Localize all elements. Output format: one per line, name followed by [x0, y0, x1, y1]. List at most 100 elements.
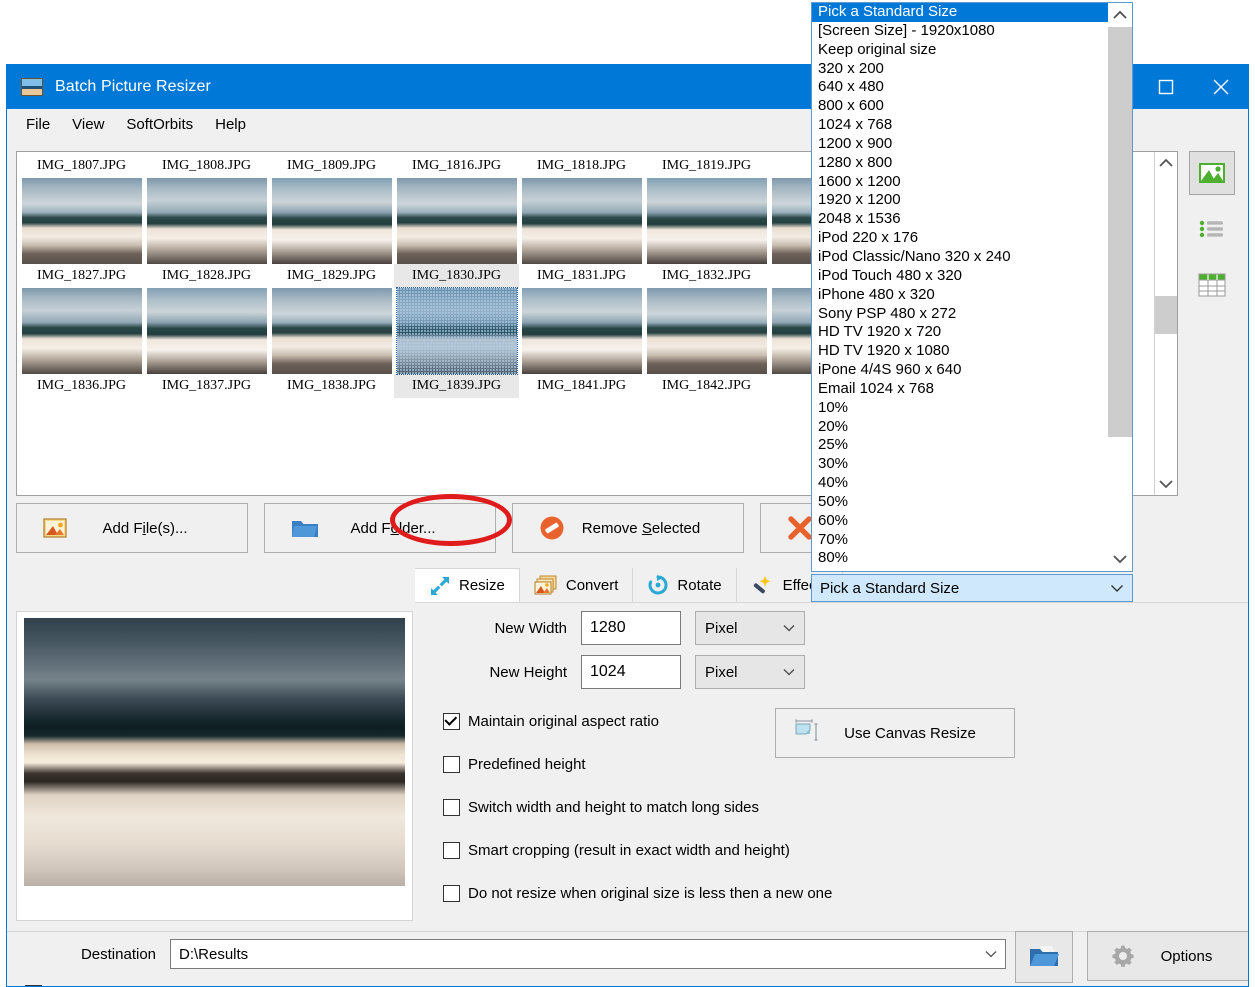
dropdown-option[interactable]: 640 x 480 [812, 78, 1108, 97]
list-item[interactable]: IMG_1829.JPG [269, 264, 394, 374]
switch-width-height-checkbox[interactable]: Switch width and height to match long si… [443, 799, 1047, 816]
tab-convert[interactable]: Convert [519, 568, 634, 602]
standard-size-combobox[interactable]: Pick a Standard Size [811, 574, 1133, 602]
file-list-scrollbar[interactable] [1154, 152, 1177, 495]
checkbox-box[interactable] [443, 885, 460, 902]
dropdown-options[interactable]: Pick a Standard Size [Screen Size] - 192… [812, 3, 1108, 571]
dropdown-option[interactable]: Email 1024 x 768 [812, 380, 1108, 399]
list-item[interactable]: IMG_1837.JPG [144, 374, 269, 398]
list-view-icon[interactable] [1189, 207, 1235, 251]
scroll-down-icon[interactable] [1159, 473, 1173, 495]
destination-combobox[interactable]: D:\Results [170, 939, 1006, 969]
new-height-unit-select[interactable]: Pixel [695, 655, 805, 689]
add-files-button[interactable]: Add File(s)... [16, 503, 248, 553]
menu-item-softorbits[interactable]: SoftOrbits [117, 113, 202, 136]
dropdown-option[interactable]: 1920 x 1200 [812, 191, 1108, 210]
dropdown-option[interactable]: 320 x 200 [812, 60, 1108, 79]
new-width-input[interactable] [581, 611, 681, 645]
dropdown-option[interactable]: iPod 220 x 176 [812, 229, 1108, 248]
details-view-icon[interactable] [1189, 263, 1235, 307]
browse-folder-button[interactable] [1015, 931, 1073, 983]
dropdown-option[interactable]: 1280 x 800 [812, 154, 1108, 173]
thumbnail-view-icon[interactable] [1189, 151, 1235, 195]
checkbox-box[interactable] [443, 713, 460, 730]
dropdown-option[interactable]: 25% [812, 436, 1108, 455]
chevron-down-icon [985, 950, 997, 958]
list-item[interactable]: IMG_1838.JPG [269, 374, 394, 398]
dropdown-option[interactable]: 2048 x 1536 [812, 210, 1108, 229]
dropdown-option[interactable]: HD TV 1920 x 720 [812, 323, 1108, 342]
scroll-track[interactable] [1108, 27, 1132, 547]
dropdown-option[interactable]: 80% [812, 549, 1108, 568]
dropdown-option[interactable]: 40% [812, 474, 1108, 493]
dropdown-option[interactable]: Sony PSP 480 x 272 [812, 305, 1108, 324]
maximize-icon[interactable] [1138, 65, 1193, 109]
list-item[interactable]: IMG_1831.JPG [519, 264, 644, 374]
scroll-track[interactable] [1155, 174, 1177, 473]
dropdown-option[interactable]: 10% [812, 399, 1108, 418]
new-height-input[interactable] [581, 655, 681, 689]
dropdown-option[interactable]: 1600 x 1200 [812, 173, 1108, 192]
checkbox-box[interactable] [443, 756, 460, 773]
scroll-thumb[interactable] [1108, 27, 1132, 437]
do-not-resize-checkbox[interactable]: Do not resize when original size is less… [443, 885, 1047, 902]
scroll-thumb[interactable] [1155, 296, 1177, 334]
new-height-row: New Height Pixel [427, 655, 1047, 689]
smart-cropping-checkbox[interactable]: Smart cropping (result in exact width an… [443, 842, 1047, 859]
list-item[interactable]: IMG_1839.JPG [394, 374, 519, 398]
dropdown-option[interactable]: 800 x 600 [812, 97, 1108, 116]
list-item[interactable]: IMG_1842.JPG [644, 374, 769, 398]
predefined-height-label: Predefined height [468, 756, 586, 773]
new-width-unit-select[interactable]: Pixel [695, 611, 805, 645]
list-item[interactable]: IMG_1807.JPG [19, 154, 144, 264]
tab-resize[interactable]: Resize [415, 568, 520, 602]
dropdown-option[interactable]: HD TV 1920 x 1080 [812, 342, 1108, 361]
menu-item-view[interactable]: View [63, 113, 113, 136]
file-name: IMG_1830.JPG [394, 264, 519, 288]
use-canvas-resize-button[interactable]: Use Canvas Resize [775, 708, 1015, 758]
dropdown-option[interactable]: 30% [812, 455, 1108, 474]
list-item[interactable]: IMG_1828.JPG [144, 264, 269, 374]
list-item[interactable]: IMG_1832.JPG [644, 264, 769, 374]
dropdown-option[interactable]: 60% [812, 512, 1108, 531]
dropdown-option[interactable]: 70% [812, 531, 1108, 550]
list-item[interactable]: IMG_1808.JPG [144, 154, 269, 264]
menu-item-help[interactable]: Help [206, 113, 255, 136]
tab-strip-divider [415, 602, 1248, 603]
list-item[interactable]: IMG_1809.JPG [269, 154, 394, 264]
list-item[interactable]: IMG_1818.JPG [519, 154, 644, 264]
predefined-height-checkbox[interactable]: Predefined height [443, 756, 1047, 773]
standard-size-dropdown-list[interactable]: Pick a Standard Size [Screen Size] - 192… [811, 2, 1133, 572]
close-icon[interactable] [1193, 65, 1248, 109]
view-mode-toolbar [1189, 151, 1248, 319]
dropdown-option[interactable]: Keep original size [812, 41, 1108, 60]
list-item[interactable]: IMG_1830.JPG [394, 264, 519, 375]
dropdown-option[interactable]: iPod Classic/Nano 320 x 240 [812, 248, 1108, 267]
dropdown-option[interactable]: iPone 4/4S 960 x 640 [812, 361, 1108, 380]
checkbox-box[interactable] [443, 842, 460, 859]
list-item[interactable]: IMG_1841.JPG [519, 374, 644, 398]
menu-item-file[interactable]: File [17, 113, 59, 136]
list-item[interactable]: IMG_1836.JPG [19, 374, 144, 398]
remove-selected-button[interactable]: Remove Selected [512, 503, 744, 553]
dropdown-option[interactable]: 1024 x 768 [812, 116, 1108, 135]
dropdown-option[interactable]: 1200 x 900 [812, 135, 1108, 154]
thumbnail-image [21, 288, 142, 374]
scroll-down-icon[interactable] [1108, 547, 1132, 571]
dropdown-option[interactable]: 20% [812, 418, 1108, 437]
dropdown-option[interactable]: iPod Touch 480 x 320 [812, 267, 1108, 286]
checkbox-box[interactable] [443, 799, 460, 816]
list-item[interactable]: IMG_1827.JPG [19, 264, 144, 374]
dropdown-option[interactable]: [Screen Size] - 1920x1080 [812, 22, 1108, 41]
dropdown-option[interactable]: 50% [812, 493, 1108, 512]
scroll-up-icon[interactable] [1159, 152, 1173, 174]
dropdown-option[interactable]: Pick a Standard Size [812, 3, 1108, 22]
list-item[interactable]: IMG_1816.JPG [394, 154, 519, 264]
dropdown-scrollbar[interactable] [1108, 3, 1132, 571]
options-button[interactable]: Options [1087, 931, 1248, 981]
scroll-up-icon[interactable] [1108, 3, 1132, 27]
dropdown-option[interactable]: iPhone 480 x 320 [812, 286, 1108, 305]
tab-rotate[interactable]: Rotate [633, 568, 737, 602]
add-folder-button[interactable]: Add Folder... [264, 503, 496, 553]
list-item[interactable]: IMG_1819.JPG [644, 154, 769, 264]
